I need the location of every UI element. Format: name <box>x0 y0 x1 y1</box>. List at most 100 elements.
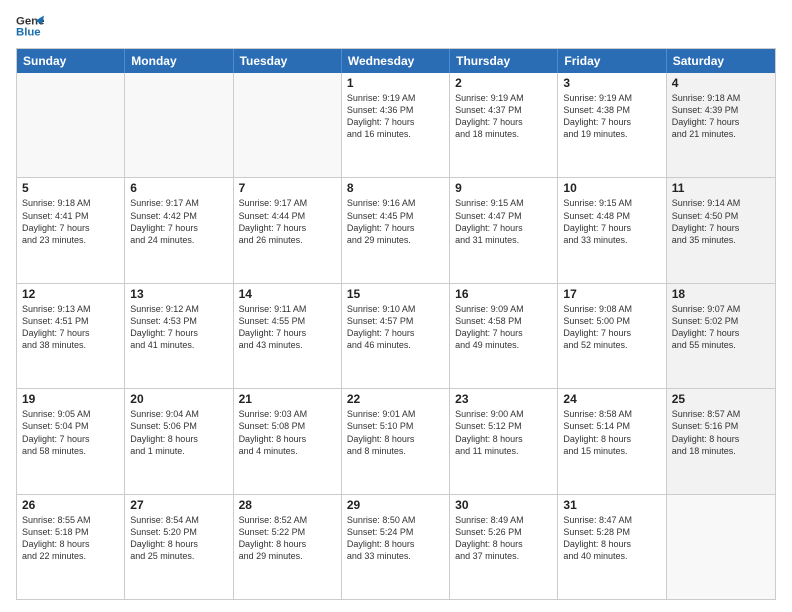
cal-cell-28: 28 Sunrise: 8:52 AM Sunset: 5:22 PM Dayli… <box>234 495 342 599</box>
day-info: Sunrise: 9:19 AM Sunset: 4:37 PM Dayligh… <box>455 92 552 141</box>
day-info: Sunrise: 8:55 AM Sunset: 5:18 PM Dayligh… <box>22 514 119 563</box>
day-info: Sunrise: 9:15 AM Sunset: 4:48 PM Dayligh… <box>563 197 660 246</box>
day-info: Sunrise: 8:50 AM Sunset: 5:24 PM Dayligh… <box>347 514 444 563</box>
day-number: 15 <box>347 287 444 301</box>
day-info: Sunrise: 9:01 AM Sunset: 5:10 PM Dayligh… <box>347 408 444 457</box>
day-header-friday: Friday <box>558 49 666 73</box>
calendar: SundayMondayTuesdayWednesdayThursdayFrid… <box>16 48 776 600</box>
day-number: 13 <box>130 287 227 301</box>
day-info: Sunrise: 8:54 AM Sunset: 5:20 PM Dayligh… <box>130 514 227 563</box>
day-header-tuesday: Tuesday <box>234 49 342 73</box>
day-info: Sunrise: 9:04 AM Sunset: 5:06 PM Dayligh… <box>130 408 227 457</box>
day-info: Sunrise: 9:09 AM Sunset: 4:58 PM Dayligh… <box>455 303 552 352</box>
day-info: Sunrise: 8:52 AM Sunset: 5:22 PM Dayligh… <box>239 514 336 563</box>
day-info: Sunrise: 9:05 AM Sunset: 5:04 PM Dayligh… <box>22 408 119 457</box>
day-number: 23 <box>455 392 552 406</box>
cal-cell-18: 18Sunrise: 9:07 AM Sunset: 5:02 PM Dayli… <box>667 284 775 388</box>
cal-cell-8: 8 Sunrise: 9:16 AM Sunset: 4:45 PM Daylig… <box>342 178 450 282</box>
calendar-row-1: 1Sunrise: 9:19 AM Sunset: 4:36 PM Daylig… <box>17 73 775 177</box>
day-header-sunday: Sunday <box>17 49 125 73</box>
cal-cell-15: 15 Sunrise: 9:10 AM Sunset: 4:57 PM Dayli… <box>342 284 450 388</box>
day-number: 11 <box>672 181 770 195</box>
day-info: Sunrise: 9:15 AM Sunset: 4:47 PM Dayligh… <box>455 197 552 246</box>
cal-cell-3: 3 Sunrise: 9:19 AM Sunset: 4:38 PM Daylig… <box>558 73 666 177</box>
day-number: 22 <box>347 392 444 406</box>
day-info: Sunrise: 9:10 AM Sunset: 4:57 PM Dayligh… <box>347 303 444 352</box>
day-number: 31 <box>563 498 660 512</box>
cal-cell-1: 1Sunrise: 9:19 AM Sunset: 4:36 PM Daylig… <box>342 73 450 177</box>
cal-cell-19: 19 Sunrise: 9:05 AM Sunset: 5:04 PM Dayli… <box>17 389 125 493</box>
cal-cell-11: 11Sunrise: 9:14 AM Sunset: 4:50 PM Dayli… <box>667 178 775 282</box>
day-header-saturday: Saturday <box>667 49 775 73</box>
day-number: 18 <box>672 287 770 301</box>
day-info: Sunrise: 9:11 AM Sunset: 4:55 PM Dayligh… <box>239 303 336 352</box>
day-number: 19 <box>22 392 119 406</box>
day-number: 14 <box>239 287 336 301</box>
day-number: 2 <box>455 76 552 90</box>
day-number: 30 <box>455 498 552 512</box>
cal-cell-16: 16 Sunrise: 9:09 AM Sunset: 4:58 PM Dayli… <box>450 284 558 388</box>
calendar-row-2: 5 Sunrise: 9:18 AM Sunset: 4:41 PM Daylig… <box>17 177 775 282</box>
calendar-header: SundayMondayTuesdayWednesdayThursdayFrid… <box>17 49 775 73</box>
day-header-monday: Monday <box>125 49 233 73</box>
cal-cell-23: 23 Sunrise: 9:00 AM Sunset: 5:12 PM Dayli… <box>450 389 558 493</box>
day-info: Sunrise: 9:18 AM Sunset: 4:39 PM Dayligh… <box>672 92 770 141</box>
day-number: 5 <box>22 181 119 195</box>
day-info: Sunrise: 9:19 AM Sunset: 4:36 PM Dayligh… <box>347 92 444 141</box>
cal-cell-20: 20Sunrise: 9:04 AM Sunset: 5:06 PM Dayli… <box>125 389 233 493</box>
page: General Blue SundayMondayTuesdayWednesda… <box>0 0 792 612</box>
day-info: Sunrise: 8:58 AM Sunset: 5:14 PM Dayligh… <box>563 408 660 457</box>
day-info: Sunrise: 9:19 AM Sunset: 4:38 PM Dayligh… <box>563 92 660 141</box>
day-number: 17 <box>563 287 660 301</box>
day-number: 16 <box>455 287 552 301</box>
calendar-body: 1Sunrise: 9:19 AM Sunset: 4:36 PM Daylig… <box>17 73 775 599</box>
cal-cell-17: 17Sunrise: 9:08 AM Sunset: 5:00 PM Dayli… <box>558 284 666 388</box>
day-number: 24 <box>563 392 660 406</box>
cal-cell-empty-0-1 <box>125 73 233 177</box>
day-number: 12 <box>22 287 119 301</box>
day-number: 7 <box>239 181 336 195</box>
day-info: Sunrise: 8:57 AM Sunset: 5:16 PM Dayligh… <box>672 408 770 457</box>
day-number: 27 <box>130 498 227 512</box>
day-number: 26 <box>22 498 119 512</box>
cal-cell-27: 27 Sunrise: 8:54 AM Sunset: 5:20 PM Dayli… <box>125 495 233 599</box>
day-info: Sunrise: 8:47 AM Sunset: 5:28 PM Dayligh… <box>563 514 660 563</box>
cal-cell-31: 31 Sunrise: 8:47 AM Sunset: 5:28 PM Dayli… <box>558 495 666 599</box>
cal-cell-empty-0-0 <box>17 73 125 177</box>
cal-cell-6: 6 Sunrise: 9:17 AM Sunset: 4:42 PM Daylig… <box>125 178 233 282</box>
calendar-row-3: 12Sunrise: 9:13 AM Sunset: 4:51 PM Dayli… <box>17 283 775 388</box>
cal-cell-4: 4 Sunrise: 9:18 AM Sunset: 4:39 PM Daylig… <box>667 73 775 177</box>
logo-icon: General Blue <box>16 12 44 40</box>
day-number: 4 <box>672 76 770 90</box>
day-info: Sunrise: 9:17 AM Sunset: 4:42 PM Dayligh… <box>130 197 227 246</box>
day-number: 8 <box>347 181 444 195</box>
day-number: 25 <box>672 392 770 406</box>
day-number: 29 <box>347 498 444 512</box>
cal-cell-21: 21Sunrise: 9:03 AM Sunset: 5:08 PM Dayli… <box>234 389 342 493</box>
cal-cell-13: 13 Sunrise: 9:12 AM Sunset: 4:53 PM Dayli… <box>125 284 233 388</box>
calendar-row-4: 19 Sunrise: 9:05 AM Sunset: 5:04 PM Dayli… <box>17 388 775 493</box>
day-number: 28 <box>239 498 336 512</box>
day-info: Sunrise: 9:18 AM Sunset: 4:41 PM Dayligh… <box>22 197 119 246</box>
cal-cell-25: 25 Sunrise: 8:57 AM Sunset: 5:16 PM Dayli… <box>667 389 775 493</box>
day-info: Sunrise: 9:12 AM Sunset: 4:53 PM Dayligh… <box>130 303 227 352</box>
day-number: 6 <box>130 181 227 195</box>
cal-cell-empty-0-2 <box>234 73 342 177</box>
svg-text:Blue: Blue <box>16 27 41 39</box>
cal-cell-14: 14 Sunrise: 9:11 AM Sunset: 4:55 PM Dayli… <box>234 284 342 388</box>
cal-cell-26: 26 Sunrise: 8:55 AM Sunset: 5:18 PM Dayli… <box>17 495 125 599</box>
day-info: Sunrise: 9:17 AM Sunset: 4:44 PM Dayligh… <box>239 197 336 246</box>
cal-cell-empty-4-6 <box>667 495 775 599</box>
day-number: 9 <box>455 181 552 195</box>
day-info: Sunrise: 9:16 AM Sunset: 4:45 PM Dayligh… <box>347 197 444 246</box>
cal-cell-5: 5 Sunrise: 9:18 AM Sunset: 4:41 PM Daylig… <box>17 178 125 282</box>
day-info: Sunrise: 8:49 AM Sunset: 5:26 PM Dayligh… <box>455 514 552 563</box>
cal-cell-29: 29 Sunrise: 8:50 AM Sunset: 5:24 PM Dayli… <box>342 495 450 599</box>
day-info: Sunrise: 9:00 AM Sunset: 5:12 PM Dayligh… <box>455 408 552 457</box>
day-header-wednesday: Wednesday <box>342 49 450 73</box>
day-header-thursday: Thursday <box>450 49 558 73</box>
cal-cell-7: 7 Sunrise: 9:17 AM Sunset: 4:44 PM Daylig… <box>234 178 342 282</box>
day-number: 10 <box>563 181 660 195</box>
calendar-row-5: 26 Sunrise: 8:55 AM Sunset: 5:18 PM Dayli… <box>17 494 775 599</box>
day-number: 3 <box>563 76 660 90</box>
